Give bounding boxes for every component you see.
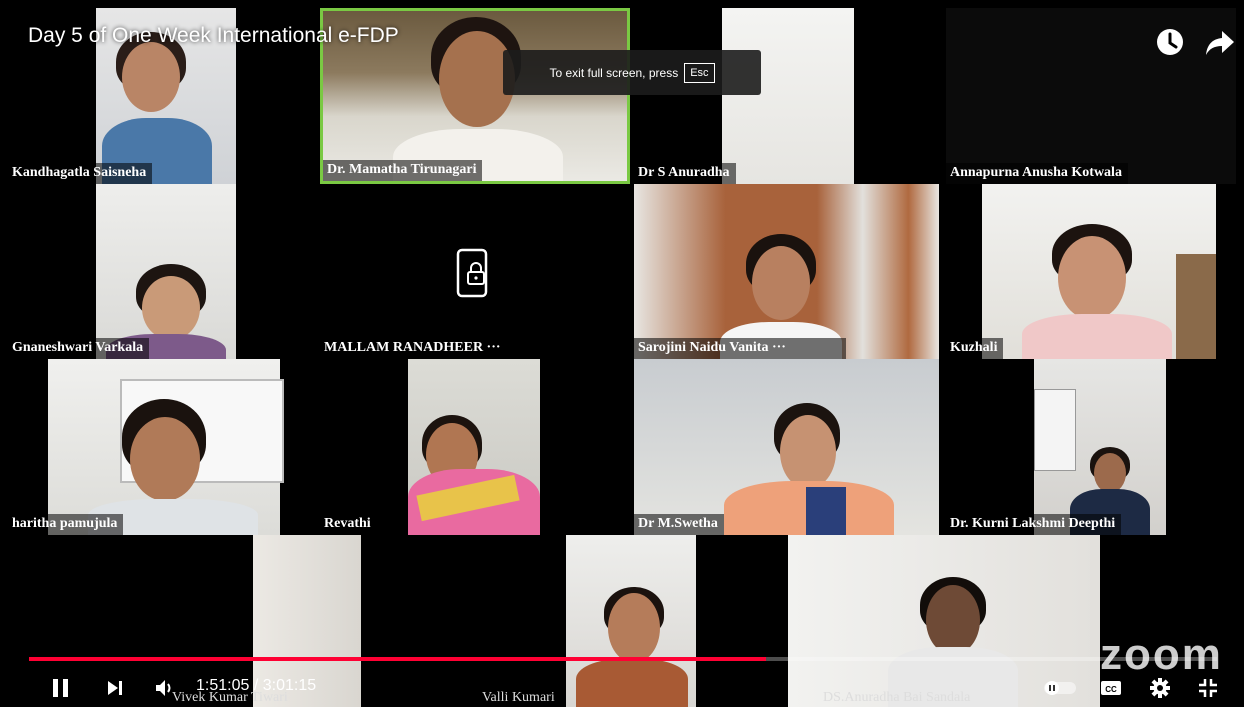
next-button[interactable]: [102, 673, 128, 703]
share-arrow-icon: [1206, 31, 1234, 55]
participant-tile: haritha pamujula: [8, 359, 313, 535]
participant-name: Dr S Anuradha: [634, 163, 736, 184]
toast-text: To exit full screen, press: [549, 65, 679, 80]
settings-button[interactable]: [1145, 673, 1175, 703]
video-title[interactable]: Day 5 of One Week International e-FDP: [28, 24, 399, 48]
participant-name: Dr. Mamatha Tirunagari: [323, 160, 483, 181]
fullscreen-exit-toast: To exit full screen, press Esc: [503, 50, 761, 95]
clock-icon: [1157, 29, 1183, 55]
participant-video: [408, 359, 540, 535]
time-separator: /: [249, 677, 263, 694]
participant-video-off: [320, 184, 630, 359]
svg-text:CC: CC: [1105, 685, 1117, 694]
phone-lock-icon: [456, 248, 488, 298]
participant-video: [566, 535, 696, 707]
participant-name: Annapurna Anusha Kotwala: [946, 163, 1128, 184]
time-display: 1:51:05 / 3:01:15: [196, 677, 316, 695]
participant-name: MALLAM RANADHEER ···: [320, 338, 531, 359]
progress-played: [29, 657, 766, 661]
participant-video: [982, 184, 1216, 359]
participant-tile: Revathi: [320, 359, 630, 535]
pause-button[interactable]: [46, 673, 76, 703]
esc-key-hint: Esc: [684, 62, 715, 83]
participant-tile: Dr M.Swetha: [634, 359, 939, 535]
participant-tile: Dr. Kurni Lakshmi Deepthi: [946, 359, 1236, 535]
participant-name: Sarojini Naidu Vanita ···: [634, 338, 846, 359]
participant-name: Revathi: [320, 514, 377, 535]
pause-icon: [53, 679, 68, 697]
participant-name: Dr M.Swetha: [634, 514, 724, 535]
participant-name: Dr. Kurni Lakshmi Deepthi: [946, 514, 1122, 535]
exit-fullscreen-button[interactable]: [1193, 673, 1223, 703]
participant-video: [634, 184, 939, 359]
participant-tile: Annapurna Anusha Kotwala: [946, 8, 1236, 184]
participant-tile: Kuzhali: [946, 184, 1236, 359]
watch-later-button[interactable]: [1152, 24, 1188, 60]
participant-tile: Gnaneshwari Varkala: [8, 184, 313, 359]
volume-button[interactable]: [150, 673, 180, 703]
share-button[interactable]: [1202, 24, 1238, 60]
participant-name: haritha pamujula: [8, 514, 124, 535]
participant-name: Kuzhali: [946, 338, 1004, 359]
next-icon: [108, 681, 122, 695]
participant-name: Kandhagatla Saisneha: [8, 163, 153, 184]
participant-tile: Sarojini Naidu Vanita ···: [634, 184, 939, 359]
participant-video: [48, 359, 284, 535]
participant-name: Valli Kumari: [482, 690, 555, 705]
progress-bar[interactable]: [29, 657, 1217, 661]
captions-button[interactable]: CC: [1096, 673, 1126, 703]
gear-icon: [1150, 678, 1170, 698]
participant-video: [96, 184, 236, 359]
participant-video: [722, 8, 854, 184]
autoplay-toggle-icon: [1044, 681, 1076, 695]
participant-tile: MALLAM RANADHEER ···: [320, 184, 630, 359]
participant-name: Gnaneshwari Varkala: [8, 338, 150, 359]
participant-name: DS.Anuradha Bai Sandala: [823, 690, 971, 705]
exit-fullscreen-icon: [1199, 679, 1217, 697]
participant-tile: Valli Kumari: [383, 535, 783, 707]
participant-video: [634, 359, 939, 535]
volume-icon: [156, 680, 171, 696]
time-total: 3:01:15: [262, 677, 317, 694]
autoplay-toggle[interactable]: [1040, 673, 1080, 703]
time-current: 1:51:05: [196, 677, 250, 694]
participant-tile: Dr S Anuradha: [634, 8, 939, 184]
participant-video: [946, 8, 1236, 184]
captions-icon: CC: [1101, 681, 1121, 695]
participant-video: [1034, 359, 1166, 535]
